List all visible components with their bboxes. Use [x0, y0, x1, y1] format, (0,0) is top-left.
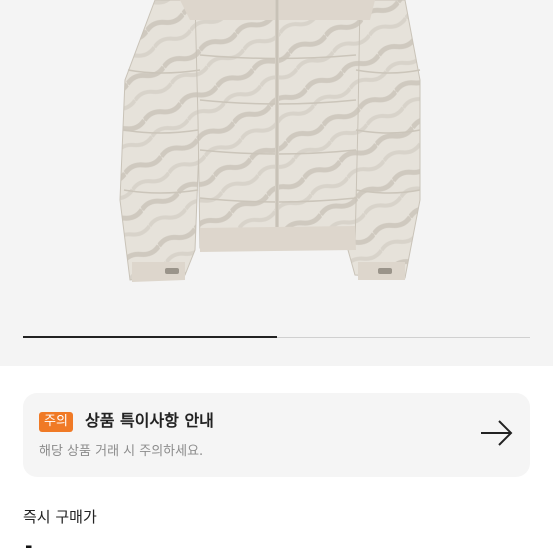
gallery-progress-fill — [23, 336, 277, 338]
instant-buy-price: - — [25, 536, 33, 557]
instant-buy-label: 즉시 구매가 — [23, 508, 97, 526]
arrow-right-icon[interactable] — [480, 419, 514, 447]
product-image-gallery[interactable] — [0, 0, 553, 366]
caution-badge: 주의 — [39, 412, 73, 432]
product-notice-card[interactable]: 주의 상품 특이사항 안내 해당 상품 거래 시 주의하세요. — [23, 393, 530, 477]
notice-title: 상품 특이사항 안내 — [85, 411, 214, 430]
product-image-puffer-jacket — [119, 0, 421, 282]
notice-subtitle: 해당 상품 거래 시 주의하세요. — [39, 444, 204, 459]
gallery-progress-track — [23, 336, 530, 338]
